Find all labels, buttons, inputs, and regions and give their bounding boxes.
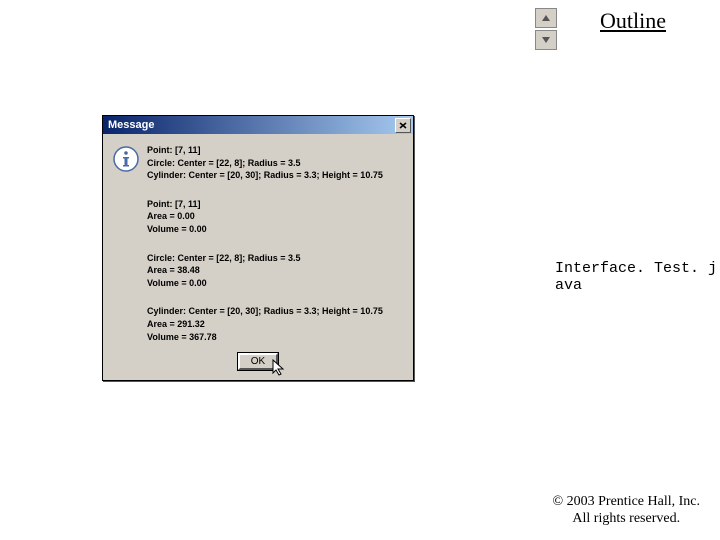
msg-line: Area = 38.48 <box>147 264 383 277</box>
footer-line-2: All rights reserved. <box>553 511 701 528</box>
message-dialog: Message Point: [7, 11] Circle: Ce <box>102 115 414 381</box>
close-icon <box>399 122 407 129</box>
nav-down-button[interactable] <box>535 30 557 50</box>
msg-line: Volume = 0.00 <box>147 223 383 236</box>
msg-line: Volume = 0.00 <box>147 277 383 290</box>
msg-line: Circle: Center = [22, 8]; Radius = 3.5 <box>147 252 383 265</box>
msg-line: Cylinder: Center = [20, 30]; Radius = 3.… <box>147 305 383 318</box>
dialog-title: Message <box>105 119 154 131</box>
dialog-titlebar: Message <box>103 116 413 134</box>
ok-button[interactable]: OK <box>238 353 278 370</box>
outline-heading: Outline <box>600 8 666 34</box>
msg-line: Point: [7, 11] <box>147 144 383 157</box>
msg-line: Area = 0.00 <box>147 210 383 223</box>
dialog-message: Point: [7, 11] Circle: Center = [22, 8];… <box>147 144 383 351</box>
footer-line-1: © 2003 Prentice Hall, Inc. <box>553 494 701 511</box>
msg-line: Point: [7, 11] <box>147 198 383 211</box>
info-icon <box>113 146 139 172</box>
arrow-up-icon <box>541 14 551 22</box>
nav-up-button[interactable] <box>535 8 557 28</box>
close-button[interactable] <box>395 118 411 133</box>
msg-line: Circle: Center = [22, 8]; Radius = 3.5 <box>147 157 383 170</box>
arrow-down-icon <box>541 36 551 44</box>
filename-label: Interface. Test. j ava <box>555 260 717 294</box>
msg-line: Volume = 367.78 <box>147 331 383 344</box>
copyright-footer: © 2003 Prentice Hall, Inc. All rights re… <box>553 494 701 528</box>
msg-line: Area = 291.32 <box>147 318 383 331</box>
msg-line: Cylinder: Center = [20, 30]; Radius = 3.… <box>147 169 383 182</box>
